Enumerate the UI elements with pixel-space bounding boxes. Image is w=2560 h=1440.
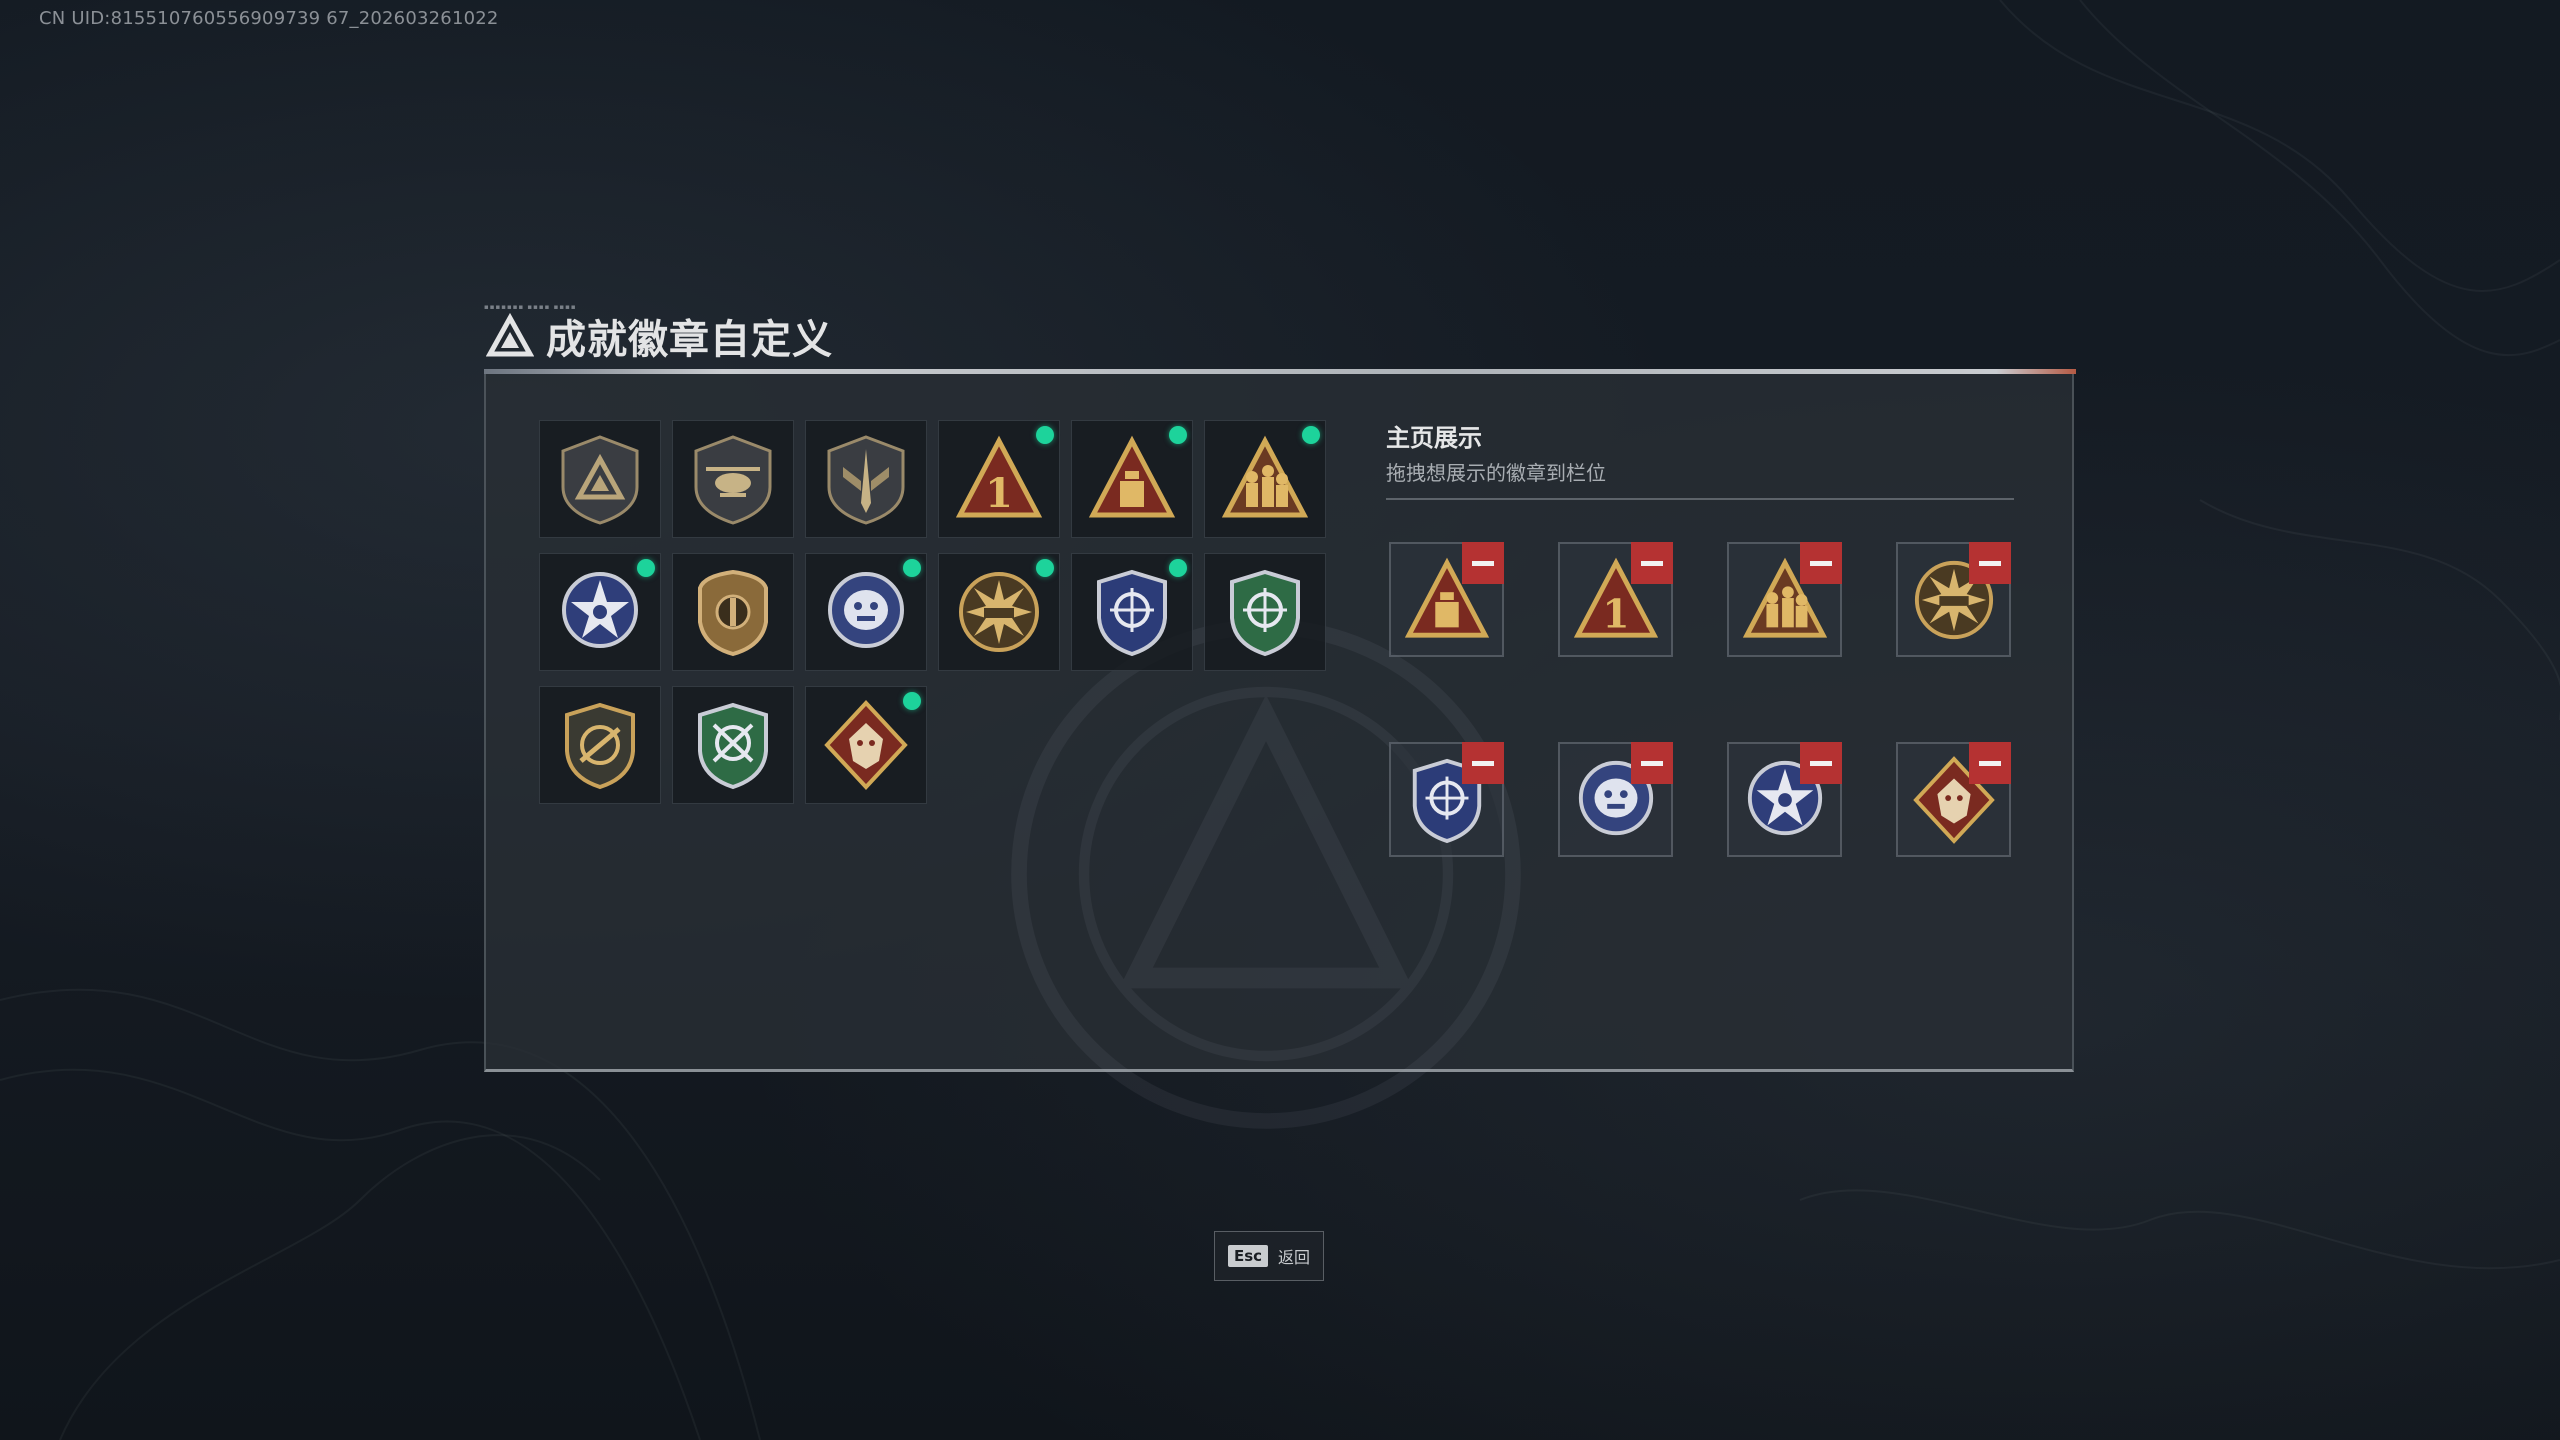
bronze-shield-badge-icon: [698, 569, 768, 657]
delta-logo-icon: [486, 312, 534, 357]
minus-icon: [1979, 560, 2001, 566]
blue-star-skull-badge-icon: [562, 572, 638, 648]
badge-squad-triangle[interactable]: [1204, 420, 1326, 538]
remove-badge-button[interactable]: [1969, 742, 2011, 784]
new-indicator-dot: [1036, 426, 1054, 444]
green-arrows-badge-icon: [698, 702, 768, 790]
winged-dagger-badge-icon: [827, 435, 905, 525]
display-slot-6[interactable]: [1558, 742, 1673, 857]
back-button[interactable]: Esc 返回: [1214, 1231, 1324, 1281]
remove-badge-button[interactable]: [1462, 742, 1504, 784]
minus-icon: [1810, 760, 1832, 766]
badge-number-one[interactable]: 1: [938, 420, 1060, 538]
badge-winged-dagger[interactable]: [805, 420, 927, 538]
display-section-subtitle: 拖拽想展示的徽章到栏位: [1386, 461, 1606, 485]
remove-badge-button[interactable]: [1631, 742, 1673, 784]
page-header: 成就徽章自定义: [486, 308, 833, 364]
minus-icon: [1979, 760, 2001, 766]
esc-key-hint: Esc: [1227, 1245, 1269, 1267]
badge-blue-crosshair-shield[interactable]: [1071, 553, 1193, 671]
uid-label: CN UID:815510760556909739 67_20260326102…: [39, 8, 499, 29]
svg-text:1: 1: [1602, 591, 1629, 637]
badge-red-wolf-diamond[interactable]: [805, 686, 927, 804]
new-indicator-dot: [1036, 559, 1054, 577]
new-indicator-dot: [1169, 426, 1187, 444]
minus-icon: [1472, 560, 1494, 566]
remove-badge-button[interactable]: [1462, 542, 1504, 584]
number-one-badge-icon: 1: [956, 435, 1042, 518]
badge-green-crosshair-shield[interactable]: [1204, 553, 1326, 671]
remove-badge-button[interactable]: [1969, 542, 2011, 584]
rifle-scope-badge-icon: [565, 702, 635, 790]
badge-rifle-scope[interactable]: [539, 686, 661, 804]
new-indicator-dot: [1169, 559, 1187, 577]
minus-icon: [1641, 760, 1663, 766]
new-indicator-dot: [1302, 426, 1320, 444]
new-indicator-dot: [637, 559, 655, 577]
delta-triangle-badge-icon: [561, 435, 639, 525]
blue-crosshair-shield-badge-icon: [1097, 569, 1167, 657]
badge-blue-gorilla[interactable]: [805, 553, 927, 671]
squad-triangle-badge-icon: [1222, 435, 1308, 518]
helicopter-badge-icon: [694, 435, 772, 525]
minus-icon: [1810, 560, 1832, 566]
display-slot-1[interactable]: [1389, 542, 1504, 657]
badge-bronze-shield[interactable]: [672, 553, 794, 671]
minus-icon: [1641, 560, 1663, 566]
back-label: 返回: [1278, 1248, 1311, 1267]
display-slot-4[interactable]: [1896, 542, 2011, 657]
page-title: 成就徽章自定义: [546, 317, 833, 363]
faint-emblem-watermark: [1011, 619, 1521, 1129]
remove-badge-button[interactable]: [1800, 742, 1842, 784]
supply-crate-badge-icon: [1089, 435, 1175, 518]
remove-badge-button[interactable]: [1800, 542, 1842, 584]
display-slot-5[interactable]: [1389, 742, 1504, 857]
display-slot-2[interactable]: 1: [1558, 542, 1673, 657]
red-wolf-diamond-badge-icon: [824, 700, 908, 790]
badge-supply-crate[interactable]: [1071, 420, 1193, 538]
display-slot-3[interactable]: [1727, 542, 1842, 657]
remove-badge-button[interactable]: [1631, 542, 1673, 584]
badge-green-arrows[interactable]: [672, 686, 794, 804]
badge-customize-panel: 1 主页展示 拖拽想展示的徽章到栏位 1: [484, 374, 2074, 1129]
new-indicator-dot: [903, 559, 921, 577]
badge-delta-triangle[interactable]: [539, 420, 661, 538]
new-indicator-dot: [903, 692, 921, 710]
display-slot-7[interactable]: [1727, 742, 1842, 857]
display-slot-8[interactable]: [1896, 742, 2011, 857]
minus-icon: [1472, 760, 1494, 766]
display-divider: [1386, 498, 2014, 500]
display-section-title: 主页展示: [1386, 424, 1482, 452]
blue-gorilla-badge-icon: [828, 572, 904, 648]
green-crosshair-shield-badge-icon: [1230, 569, 1300, 657]
badge-helicopter[interactable]: [672, 420, 794, 538]
svg-text:1: 1: [985, 470, 1013, 517]
tank-sunburst-badge-icon: [959, 572, 1039, 652]
badge-tank-sunburst[interactable]: [938, 553, 1060, 671]
badge-blue-star-skull[interactable]: [539, 553, 661, 671]
